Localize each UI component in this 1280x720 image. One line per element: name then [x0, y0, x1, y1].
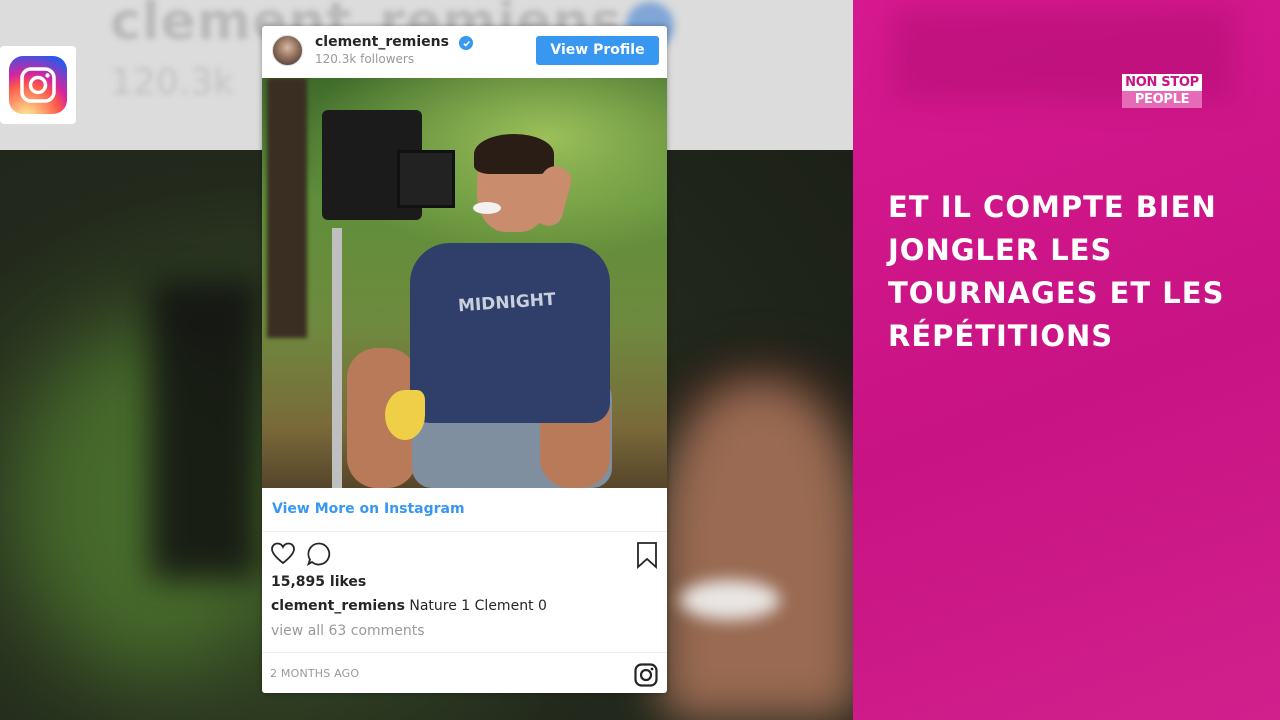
background-camera — [150, 280, 260, 580]
bookmark-icon[interactable] — [636, 541, 658, 569]
comment-icon[interactable] — [306, 541, 332, 567]
photo-camera-monitor — [397, 150, 455, 208]
like-count[interactable]: 15,895 likes — [271, 574, 366, 590]
photo-banana — [385, 390, 425, 440]
follower-count: 120.3k followers — [315, 52, 415, 66]
view-profile-button[interactable]: View Profile — [536, 36, 659, 65]
photo-nose-cream — [473, 202, 501, 214]
background-face — [660, 380, 853, 720]
caption-text: Nature 1 Clement 0 — [409, 598, 547, 614]
photo-tripod — [332, 228, 342, 488]
avatar[interactable] — [272, 35, 303, 66]
post-actions — [262, 533, 667, 573]
post-photo[interactable]: MIDNIGHT — [262, 78, 667, 488]
background-cream — [680, 580, 780, 620]
heart-icon[interactable] — [270, 541, 296, 567]
camera-outline-icon — [20, 67, 56, 103]
instagram-app-icon — [0, 46, 76, 124]
post-username[interactable]: clement_remiens — [315, 34, 449, 50]
view-comments-link[interactable]: view all 63 comments — [271, 623, 425, 639]
view-more-row: View More on Instagram — [262, 488, 667, 532]
post-footer: 2 MONTHS AGO — [262, 652, 667, 693]
caption-username[interactable]: clement_remiens — [271, 598, 405, 614]
photo-shirt — [410, 243, 610, 423]
instagram-embed-card: clement_remiens 120.3k followers View Pr… — [262, 26, 667, 693]
pink-caption-panel: NON STOP PEOPLE ET IL COMPTE BIEN JONGLE… — [853, 0, 1280, 720]
photo-hair — [474, 134, 554, 174]
post-caption: clement_remiens Nature 1 Clement 0 — [271, 598, 547, 614]
photo-tree-trunk — [267, 78, 307, 338]
headline-text: ET IL COMPTE BIEN JONGLER LES TOURNAGES … — [888, 190, 1225, 353]
instagram-logo — [9, 56, 67, 114]
post-timestamp: 2 MONTHS AGO — [270, 667, 360, 680]
post-header: clement_remiens 120.3k followers View Pr… — [262, 26, 667, 78]
verified-icon — [459, 36, 473, 50]
view-more-link[interactable]: View More on Instagram — [272, 501, 465, 517]
background-followers: 120.3k — [110, 62, 234, 103]
instagram-glyph-icon[interactable] — [634, 663, 658, 687]
brand-line-1: NON STOP — [1125, 75, 1199, 90]
brand-logo: NON STOP PEOPLE — [1122, 74, 1202, 108]
brand-line-2: PEOPLE — [1122, 91, 1202, 108]
